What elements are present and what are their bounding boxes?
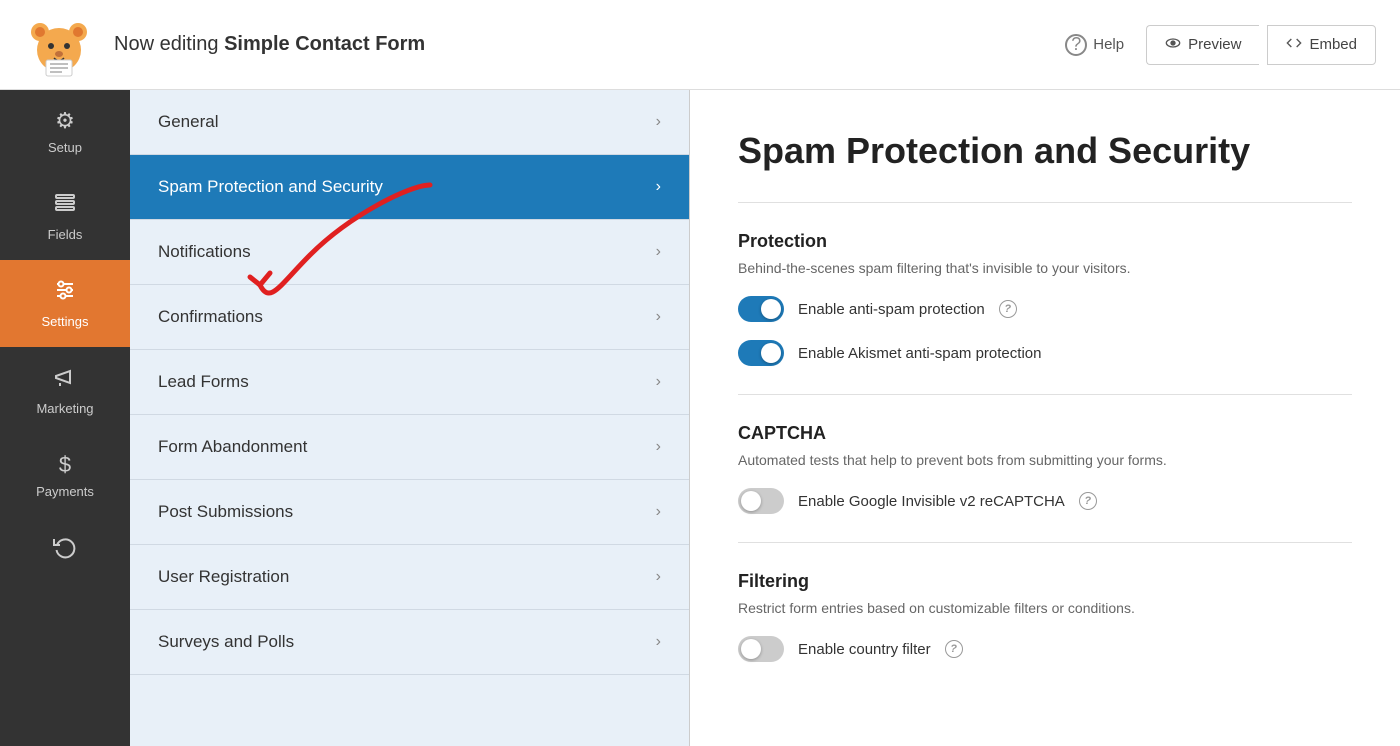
protection-desc: Behind-the-scenes spam filtering that's … <box>738 260 1352 276</box>
toggle-track[interactable] <box>738 636 784 662</box>
undo-icon <box>53 535 77 565</box>
akismet-toggle[interactable] <box>738 340 784 366</box>
sidebar-item-marketing[interactable]: Marketing <box>0 347 130 434</box>
menu-item-general[interactable]: General › <box>130 90 689 155</box>
chevron-icon: › <box>656 113 661 131</box>
toggle-track[interactable] <box>738 296 784 322</box>
chevron-icon: › <box>656 503 661 521</box>
protection-title: Protection <box>738 231 1352 252</box>
icon-sidebar: ⚙ Setup Fields <box>0 90 130 746</box>
anti-spam-toggle[interactable] <box>738 296 784 322</box>
country-filter-help-icon[interactable]: ? <box>945 640 963 658</box>
toggle-row-akismet: Enable Akismet anti-spam protection <box>738 340 1352 366</box>
toggle-track[interactable] <box>738 340 784 366</box>
recaptcha-toggle[interactable] <box>738 488 784 514</box>
page-title: Spam Protection and Security <box>738 130 1352 172</box>
divider-1 <box>738 202 1352 203</box>
chevron-icon: › <box>656 178 661 196</box>
content-area: Spam Protection and Security Protection … <box>690 90 1400 746</box>
toggle-row-country-filter: Enable country filter ? <box>738 636 1352 662</box>
fields-icon <box>53 191 77 221</box>
sidebar-item-revisions[interactable] <box>0 517 130 583</box>
embed-button[interactable]: Embed <box>1267 25 1376 65</box>
toggle-track[interactable] <box>738 488 784 514</box>
chevron-icon: › <box>656 633 661 651</box>
menu-item-post-submissions[interactable]: Post Submissions › <box>130 480 689 545</box>
toggle-row-recaptcha: Enable Google Invisible v2 reCAPTCHA ? <box>738 488 1352 514</box>
megaphone-icon <box>53 365 77 395</box>
menu-item-spam-protection[interactable]: Spam Protection and Security › <box>130 155 689 220</box>
toggle-row-anti-spam: Enable anti-spam protection ? <box>738 296 1352 322</box>
menu-item-user-registration[interactable]: User Registration › <box>130 545 689 610</box>
preview-button[interactable]: Preview <box>1146 25 1259 65</box>
captcha-desc: Automated tests that help to prevent bot… <box>738 452 1352 468</box>
filtering-desc: Restrict form entries based on customiza… <box>738 600 1352 616</box>
settings-icon <box>53 278 77 308</box>
chevron-icon: › <box>656 373 661 391</box>
menu-item-notifications[interactable]: Notifications › <box>130 220 689 285</box>
protection-section: Protection Behind-the-scenes spam filter… <box>738 231 1352 366</box>
sidebar-item-setup[interactable]: ⚙ Setup <box>0 90 130 173</box>
anti-spam-help-icon[interactable]: ? <box>999 300 1017 318</box>
akismet-label: Enable Akismet anti-spam protection <box>798 345 1041 362</box>
menu-item-surveys-polls[interactable]: Surveys and Polls › <box>130 610 689 675</box>
menu-item-lead-forms[interactable]: Lead Forms › <box>130 350 689 415</box>
country-filter-toggle[interactable] <box>738 636 784 662</box>
filtering-section: Filtering Restrict form entries based on… <box>738 571 1352 662</box>
dollar-icon: $ <box>59 452 71 478</box>
code-icon <box>1286 35 1302 55</box>
header-title: Now editing Simple Contact Form <box>114 33 1051 56</box>
menu-item-form-abandonment[interactable]: Form Abandonment › <box>130 415 689 480</box>
main-layout: ⚙ Setup Fields <box>0 90 1400 746</box>
sidebar-item-fields[interactable]: Fields <box>0 173 130 260</box>
divider-2 <box>738 394 1352 395</box>
chevron-icon: › <box>656 243 661 261</box>
recaptcha-help-icon[interactable]: ? <box>1079 492 1097 510</box>
header: Now editing Simple Contact Form ? Help P… <box>0 0 1400 90</box>
eye-icon <box>1165 35 1181 55</box>
chevron-icon: › <box>656 308 661 326</box>
gear-icon: ⚙ <box>55 108 75 134</box>
anti-spam-label: Enable anti-spam protection <box>798 301 985 318</box>
recaptcha-label: Enable Google Invisible v2 reCAPTCHA <box>798 493 1065 510</box>
menu-item-confirmations[interactable]: Confirmations › <box>130 285 689 350</box>
captcha-title: CAPTCHA <box>738 423 1352 444</box>
menu-sidebar: General › Spam Protection and Security ›… <box>130 90 690 746</box>
chevron-icon: › <box>656 568 661 586</box>
sidebar-item-settings[interactable]: Settings <box>0 260 130 347</box>
help-icon: ? <box>1065 34 1087 56</box>
app-logo <box>24 10 94 80</box>
chevron-icon: › <box>656 438 661 456</box>
captcha-section: CAPTCHA Automated tests that help to pre… <box>738 423 1352 514</box>
filtering-title: Filtering <box>738 571 1352 592</box>
divider-3 <box>738 542 1352 543</box>
country-filter-label: Enable country filter <box>798 641 931 658</box>
header-actions: ? Help Preview Embed <box>1051 25 1376 65</box>
sidebar-item-payments[interactable]: $ Payments <box>0 434 130 517</box>
help-button[interactable]: ? Help <box>1051 26 1138 64</box>
